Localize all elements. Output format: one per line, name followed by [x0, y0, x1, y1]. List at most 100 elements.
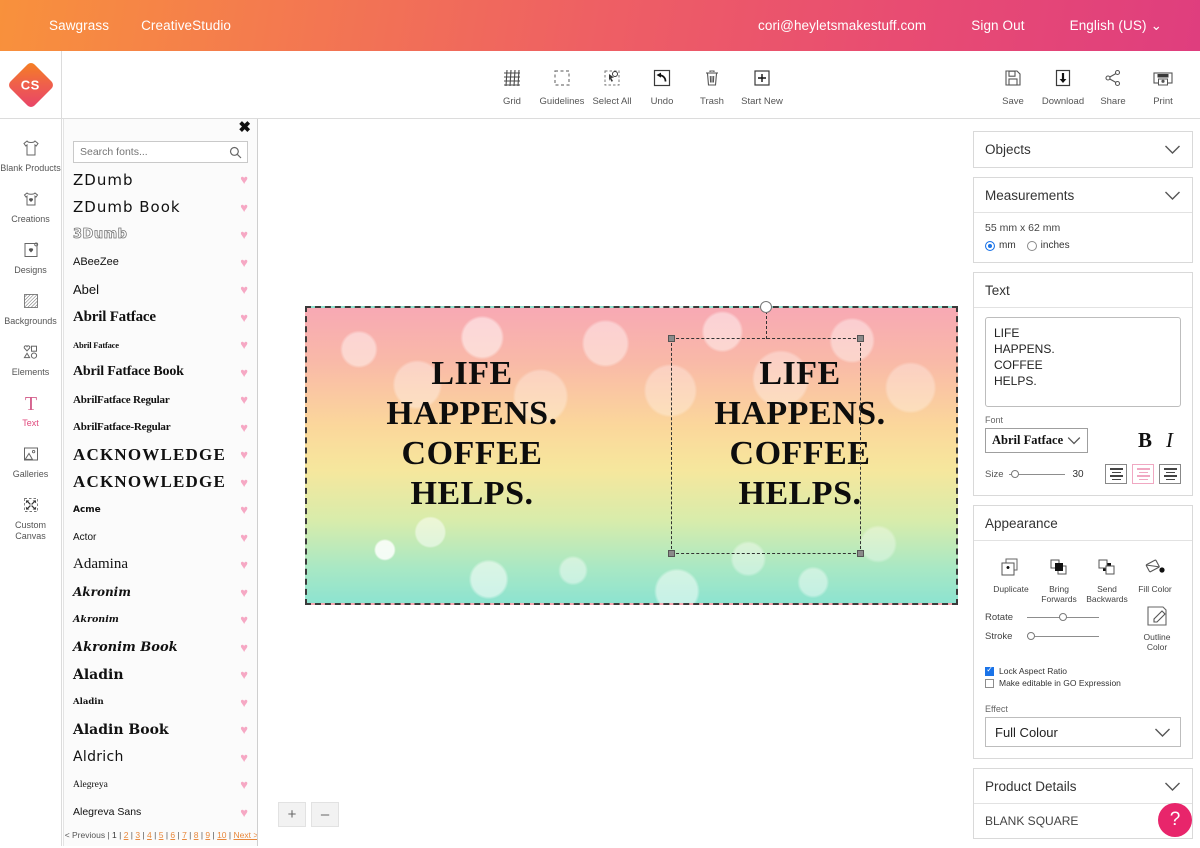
slider-knob[interactable]	[1027, 632, 1035, 640]
font-list-item[interactable]: Aladin Book ♥	[64, 716, 257, 744]
favorite-heart-icon[interactable]: ♥	[240, 585, 248, 600]
lock-aspect-ratio-checkbox[interactable]	[985, 665, 994, 676]
font-list-item[interactable]: AbrilFatface-Regular ♥	[64, 414, 257, 442]
font-list-item[interactable]: Abel ♥	[64, 276, 257, 304]
size-slider[interactable]	[1009, 468, 1066, 480]
favorite-heart-icon[interactable]: ♥	[240, 722, 248, 737]
download-button[interactable]: Download	[1038, 59, 1088, 107]
font-list-item[interactable]: ZDumb Book ♥	[64, 194, 257, 222]
favorite-heart-icon[interactable]: ♥	[240, 227, 248, 242]
pagination-next[interactable]: Next >	[233, 830, 257, 840]
favorite-heart-icon[interactable]: ♥	[240, 557, 248, 572]
effect-select-dropdown[interactable]: Full Colour	[985, 717, 1181, 747]
favorite-heart-icon[interactable]: ♥	[240, 282, 248, 297]
font-list-item[interactable]: Abril Fatface Book ♥	[64, 359, 257, 387]
measurements-accordion-header[interactable]: Measurements	[974, 178, 1192, 213]
rail-item-elements[interactable]: Elements	[0, 332, 61, 383]
favorite-heart-icon[interactable]: ♥	[240, 447, 248, 462]
favorite-heart-icon[interactable]: ♥	[240, 667, 248, 682]
rail-item-creations[interactable]: Creations	[0, 179, 61, 230]
favorite-heart-icon[interactable]: ♥	[240, 337, 248, 352]
font-list-item[interactable]: Aladin ♥	[64, 689, 257, 717]
zoom-in-button[interactable]: +	[278, 802, 306, 827]
font-search-box[interactable]	[73, 141, 248, 163]
favorite-heart-icon[interactable]: ♥	[240, 365, 248, 380]
font-list-item[interactable]: Actor ♥	[64, 524, 257, 552]
send-backwards-button[interactable]: Send Backwards	[1083, 554, 1131, 604]
pagination-page-3[interactable]: 3	[135, 830, 140, 840]
font-list-item[interactable]: ACKNOWLEDGE ♥	[64, 469, 257, 497]
favorite-heart-icon[interactable]: ♥	[240, 640, 248, 655]
pagination-page-4[interactable]: 4	[147, 830, 152, 840]
favorite-heart-icon[interactable]: ♥	[240, 475, 248, 490]
pagination-page-5[interactable]: 5	[159, 830, 164, 840]
brand-link-creativestudio[interactable]: CreativeStudio	[141, 18, 231, 33]
canvas-workspace[interactable]: LIFE HAPPENS. COFFEE HELPS. LIFE HAPPENS…	[259, 119, 966, 846]
grid-button[interactable]: Grid	[487, 59, 537, 107]
product-details-header[interactable]: Product Details	[974, 769, 1192, 804]
favorite-heart-icon[interactable]: ♥	[240, 420, 248, 435]
font-list-item[interactable]: Abril Fatface ♥	[64, 304, 257, 332]
unit-radio-mm[interactable]: mm	[985, 240, 1016, 251]
favorite-heart-icon[interactable]: ♥	[240, 750, 248, 765]
favorite-heart-icon[interactable]: ♥	[240, 255, 248, 270]
italic-button[interactable]: I	[1166, 428, 1173, 453]
font-list-item[interactable]: Alegreva Sans ♥	[64, 799, 257, 827]
search-input[interactable]	[74, 146, 229, 158]
text-object-left[interactable]: LIFE HAPPENS. COFFEE HELPS.	[327, 354, 617, 514]
selection-bounding-box[interactable]	[668, 301, 864, 557]
font-list-item[interactable]: ABeeZee ♥	[64, 249, 257, 277]
font-list-item[interactable]: ZDumb ♥	[64, 166, 257, 194]
pagination-page-7[interactable]: 7	[182, 830, 187, 840]
language-selector[interactable]: English (US) ⌄	[1070, 18, 1162, 34]
undo-button[interactable]: Undo	[637, 59, 687, 107]
objects-accordion-header[interactable]: Objects	[974, 132, 1192, 167]
print-button[interactable]: Print	[1138, 59, 1188, 107]
guidelines-button[interactable]: Guidelines	[537, 59, 587, 107]
sign-out-link[interactable]: Sign Out	[971, 18, 1024, 33]
pagination-page-6[interactable]: 6	[170, 830, 175, 840]
favorite-heart-icon[interactable]: ♥	[240, 172, 248, 187]
favorite-heart-icon[interactable]: ♥	[240, 612, 248, 627]
zoom-out-button[interactable]: –	[311, 802, 339, 827]
brand-link-sawgrass[interactable]: Sawgrass	[49, 18, 109, 33]
duplicate-button[interactable]: Duplicate	[987, 554, 1035, 604]
font-select-dropdown[interactable]: Abril Fatface	[985, 428, 1088, 453]
favorite-heart-icon[interactable]: ♥	[240, 392, 248, 407]
font-list-item[interactable]: ACKNOWLEDGE ♥	[64, 441, 257, 469]
align-left-button[interactable]	[1105, 464, 1127, 484]
go-expression-checkbox[interactable]	[985, 678, 994, 688]
pagination-page-8[interactable]: 8	[194, 830, 199, 840]
unit-radio-inches[interactable]: inches	[1026, 240, 1070, 251]
pagination-page-9[interactable]: 9	[205, 830, 210, 840]
resize-handle-top-right[interactable]	[857, 335, 864, 342]
font-list-item[interactable]: Abril Fatface ♥	[64, 331, 257, 359]
pagination-page-10[interactable]: 10	[217, 830, 226, 840]
font-list-item[interactable]: Adamina ♥	[64, 551, 257, 579]
trash-button[interactable]: Trash	[687, 59, 737, 107]
account-email-link[interactable]: cori@heyletsmakestuff.com	[758, 18, 926, 33]
go-expression-row[interactable]: Make editable in GO Expression	[985, 678, 1181, 688]
start-new-button[interactable]: Start New	[737, 59, 787, 107]
pagination-page-2[interactable]: 2	[124, 830, 129, 840]
rail-item-custom-canvas[interactable]: Custom Canvas	[0, 485, 61, 547]
font-list-item[interactable]: Aladin ♥	[64, 661, 257, 689]
font-list-item[interactable]: Akronim ♥	[64, 606, 257, 634]
font-list-item[interactable]: AbrilFatface Regular ♥	[64, 386, 257, 414]
favorite-heart-icon[interactable]: ♥	[240, 805, 248, 820]
favorite-heart-icon[interactable]: ♥	[240, 695, 248, 710]
font-list-item[interactable]: Acme ♥	[64, 496, 257, 524]
outline-color-button[interactable]: Outline Color	[1133, 604, 1181, 652]
font-list[interactable]: ZDumb ♥ ZDumb Book ♥ 3Dumb ♥ ABeeZee ♥ Abel ♥ Abri…	[64, 166, 257, 826]
favorite-heart-icon[interactable]: ♥	[240, 530, 248, 545]
rail-item-blank-products[interactable]: Blank Products	[0, 128, 61, 179]
slider-knob[interactable]	[1059, 613, 1067, 621]
resize-handle-bottom-right[interactable]	[857, 550, 864, 557]
font-list-item[interactable]: Aldrich ♥	[64, 744, 257, 772]
app-logo[interactable]: CS	[0, 51, 62, 119]
fill-color-button[interactable]: Fill Color	[1131, 554, 1179, 604]
font-list-item[interactable]: Akronim ♥	[64, 579, 257, 607]
select-all-button[interactable]: Select All	[587, 59, 637, 107]
save-button[interactable]: Save	[988, 59, 1038, 107]
favorite-heart-icon[interactable]: ♥	[240, 200, 248, 215]
